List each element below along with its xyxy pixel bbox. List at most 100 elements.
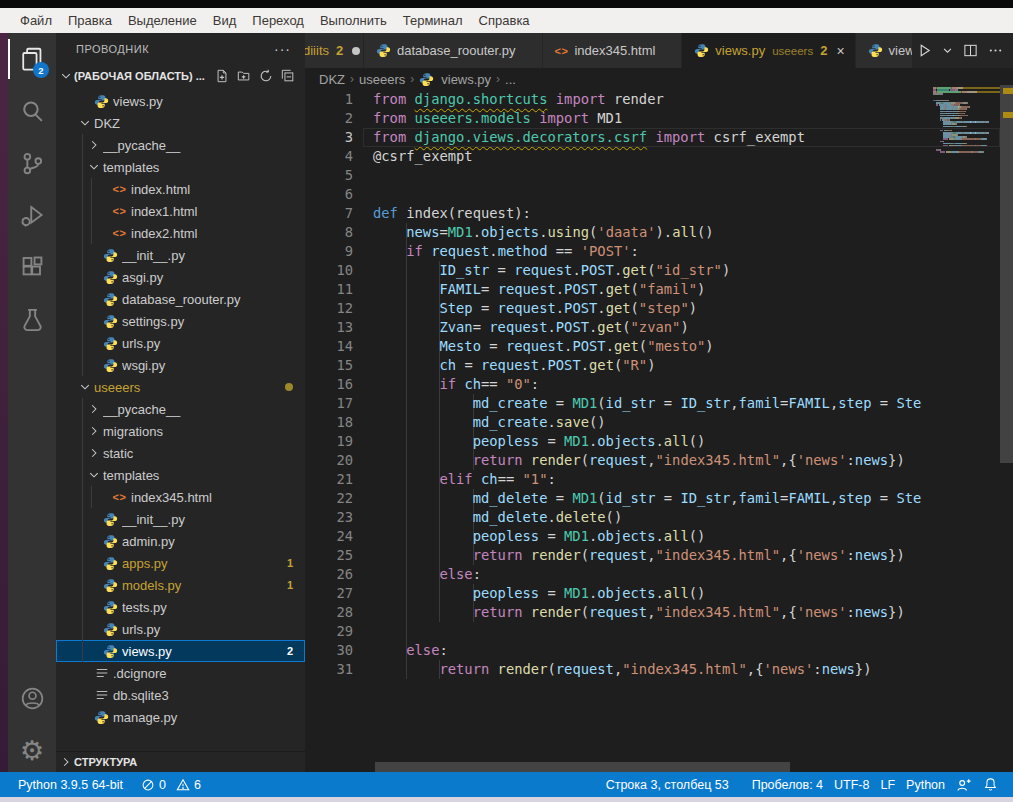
tree-item-index.html[interactable]: <>index.html [56, 178, 305, 200]
activity-source-control-icon[interactable] [8, 137, 56, 189]
workspace-section-header[interactable]: (РАБОЧАЯ ОБЛАСТЬ) ... [56, 65, 305, 87]
interpreter-status[interactable]: Python 3.9.5 64-bit [18, 778, 123, 792]
close-icon[interactable]: × [836, 43, 844, 59]
collapse-all-icon[interactable] [281, 69, 295, 83]
code-editor[interactable]: 1from django.shortcuts import render2fro… [305, 90, 1013, 772]
refresh-icon[interactable] [259, 69, 273, 83]
activity-run-debug-icon[interactable] [8, 189, 56, 241]
breadcrumb-item[interactable]: DKZ [319, 72, 345, 87]
chevron-right-icon [87, 447, 101, 459]
tree-item-static[interactable]: static [56, 442, 305, 464]
code-line-2: 2from useeers.models import MD1 [305, 109, 928, 128]
problems-status[interactable]: 0 6 [141, 778, 201, 792]
menu-item-1[interactable]: Файл [12, 13, 60, 28]
tree-item-views.py[interactable]: views.py2 [56, 640, 305, 662]
code-line-text: md_delete = MD1(id_str = ID_str,famil=FA… [373, 489, 921, 508]
tree-item-index1.html[interactable]: <>index1.html [56, 200, 305, 222]
status-item-5[interactable]: Python [906, 778, 945, 792]
tree-item-templates[interactable]: templates [56, 156, 305, 178]
tree-item-__pycache__[interactable]: __pycache__ [56, 398, 305, 420]
tab-diiits-1[interactable]: diiits2 [305, 33, 363, 68]
menu-item-7[interactable]: Терминал [395, 13, 471, 28]
tab-views.py-5[interactable]: views.py [856, 33, 912, 68]
breadcrumb[interactable]: DKZ›useeers›views.py›... [305, 68, 1013, 90]
python-file-icon [101, 248, 120, 263]
modified-dot-icon[interactable] [352, 47, 360, 55]
tree-item-__init__.py[interactable]: __init__.py [56, 244, 305, 266]
activity-search-icon[interactable] [8, 85, 56, 137]
code-line-text: peopless = MD1.objects.all() [373, 527, 705, 546]
menu-item-6[interactable]: Выполнить [312, 13, 395, 28]
line-number: 5 [305, 166, 353, 185]
tree-item-wsgi.py[interactable]: wsgi.py [56, 354, 305, 376]
tree-item-label: asgi.py [122, 270, 305, 285]
activity-settings-icon[interactable]: ⚙ [8, 724, 56, 776]
list-file-icon [92, 688, 111, 702]
status-bar: Python 3.9.5 64-bit 0 6 Строка 3, столбе… [0, 772, 1013, 797]
tab-database_roouter.py-2[interactable]: database_roouter.py [364, 33, 542, 68]
menu-item-4[interactable]: Вид [205, 13, 245, 28]
tree-item-migrations[interactable]: migrations [56, 420, 305, 442]
tree-item-urls.py[interactable]: urls.py [56, 618, 305, 640]
horizontal-scrollbar[interactable] [375, 762, 790, 772]
tab-problems-badge: 2 [336, 43, 343, 58]
tree-item-settings.py[interactable]: settings.py [56, 310, 305, 332]
tree-item-index2.html[interactable]: <>index2.html [56, 222, 305, 244]
tree-item-manage.py[interactable]: manage.py [56, 706, 305, 728]
tree-item-asgi.py[interactable]: asgi.py [56, 266, 305, 288]
tree-item-__pycache__[interactable]: __pycache__ [56, 134, 305, 156]
tree-item-database_roouter.py[interactable]: database_roouter.py [56, 288, 305, 310]
breadcrumb-item[interactable]: ... [505, 72, 516, 87]
tab-views.py-useeers-4[interactable]: views.pyuseeers2× [682, 33, 854, 68]
outline-section-header[interactable]: СТРУКТУРА [56, 751, 305, 772]
tree-item-admin.py[interactable]: admin.py [56, 530, 305, 552]
tree-item-__init__.py[interactable]: __init__.py [56, 508, 305, 530]
status-item-3[interactable]: UTF-8 [834, 778, 869, 792]
activity-explorer-icon[interactable]: 2 [8, 33, 56, 85]
new-file-icon[interactable] [215, 69, 229, 83]
menu-item-8[interactable]: Справка [471, 13, 538, 28]
tree-item-.dcignore[interactable]: .dcignore [56, 662, 305, 684]
activity-extensions-icon[interactable] [8, 241, 56, 293]
tree-item-useeers[interactable]: useeers [56, 376, 305, 398]
tree-item-db.sqlite3[interactable]: db.sqlite3 [56, 684, 305, 706]
menu-item-5[interactable]: Переход [244, 13, 312, 28]
activity-account-icon[interactable] [8, 672, 56, 724]
vertical-scrollbar[interactable] [1000, 85, 1013, 463]
run-icon[interactable] [917, 43, 932, 58]
tab-index345.html-3[interactable]: <>index345.html [543, 33, 682, 68]
sidebar-more-icon[interactable]: ··· [274, 41, 291, 57]
code-line-4: 4@csrf_exempt [305, 147, 928, 166]
breadcrumb-item[interactable]: useeers [359, 72, 405, 87]
indent-guide [82, 596, 83, 618]
code-line-16: 16 if ch== "0": [305, 375, 928, 394]
tree-item-templates[interactable]: templates [56, 464, 305, 486]
code-line-21: 21 elif ch== "1": [305, 470, 928, 489]
tree-item-models.py[interactable]: models.py1 [56, 574, 305, 596]
chevron-down-icon[interactable] [942, 45, 953, 56]
status-item-2[interactable]: Пробелов: 4 [752, 778, 823, 792]
tree-item-tests.py[interactable]: tests.py [56, 596, 305, 618]
breadcrumb-item[interactable]: views.py [441, 72, 491, 87]
new-folder-icon[interactable] [237, 69, 251, 83]
status-item-4[interactable]: LF [880, 778, 895, 792]
tree-item-urls.py[interactable]: urls.py [56, 332, 305, 354]
tree-item-DKZ[interactable]: DKZ [56, 112, 305, 134]
status-item-1[interactable]: Строка 3, столбец 53 [606, 778, 729, 792]
breadcrumb-separator: › [350, 72, 354, 86]
more-icon[interactable] [988, 43, 1003, 58]
line-number: 25 [305, 546, 353, 565]
tree-item-index345.html[interactable]: <>index345.html [56, 486, 305, 508]
feedback-icon[interactable] [956, 777, 972, 793]
split-editor-icon[interactable] [963, 43, 978, 58]
python-file-icon [101, 336, 120, 351]
tree-item-views.py[interactable]: views.py [56, 90, 305, 112]
code-line-text: elif ch== "1": [373, 470, 556, 489]
menu-item-2[interactable]: Правка [60, 13, 120, 28]
tab-label: database_roouter.py [397, 43, 516, 58]
activity-testing-icon[interactable] [8, 293, 56, 345]
tree-item-label: urls.py [122, 622, 305, 637]
menu-item-3[interactable]: Выделение [120, 13, 205, 28]
bell-icon[interactable] [983, 777, 998, 792]
tree-item-apps.py[interactable]: apps.py1 [56, 552, 305, 574]
